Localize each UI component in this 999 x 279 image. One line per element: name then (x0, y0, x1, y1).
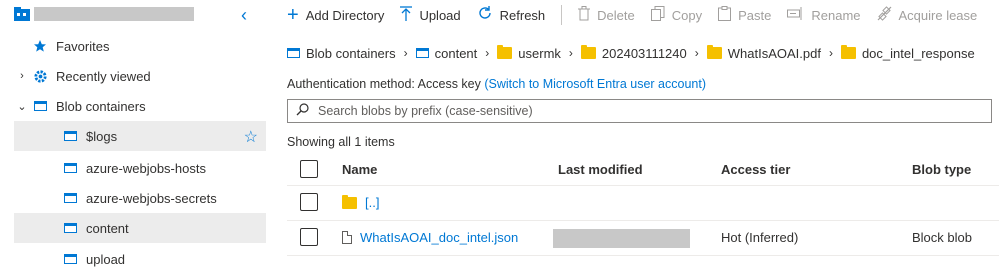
container-icon (60, 249, 80, 269)
sidebar-item-upload[interactable]: upload (14, 244, 266, 274)
search-icon (288, 103, 316, 119)
sidebar-item-recently-viewed[interactable]: › Recently viewed (14, 61, 266, 91)
sidebar-item-label: $logs (86, 128, 118, 144)
sidebar-item-label: azure-webjobs-secrets (86, 190, 217, 206)
authentication-method: Authentication method: Access key (Switc… (287, 77, 706, 91)
column-header-last-modified[interactable]: Last modified (558, 162, 643, 177)
chevron-right-icon[interactable]: › (14, 70, 30, 82)
folder-icon (706, 45, 722, 59)
trash-icon (578, 5, 591, 25)
breadcrumb-timestamp-folder[interactable]: 202403111240 (580, 45, 687, 61)
breadcrumb-separator-icon: › (828, 46, 833, 60)
lease-link-icon (877, 5, 892, 25)
search-box (287, 99, 992, 123)
breadcrumb-blob-containers[interactable]: Blob containers (287, 46, 396, 61)
search-input[interactable] (316, 103, 980, 119)
paste-button[interactable]: Paste (718, 5, 771, 25)
chevron-down-icon[interactable]: ⌄ (14, 100, 30, 113)
delete-button[interactable]: Delete (578, 5, 635, 25)
storage-account-icon (14, 7, 30, 24)
row-checkbox[interactable] (300, 193, 318, 211)
blob-type-value: Block blob (912, 230, 972, 245)
parent-folder-link[interactable]: [..] (365, 195, 379, 210)
access-tier-value: Hot (Inferred) (721, 230, 799, 245)
breadcrumb: Blob containers › content › usermk › 202… (287, 42, 975, 64)
breadcrumb-separator-icon: › (568, 46, 573, 60)
gear-icon (30, 66, 50, 86)
blob-name-link[interactable]: WhatIsAOAI_doc_intel.json (360, 230, 518, 245)
container-icon (30, 96, 50, 116)
column-header-blob-type[interactable]: Blob type (912, 162, 971, 177)
container-icon (60, 158, 80, 178)
star-outline-icon[interactable]: ☆ (244, 127, 258, 147)
sidebar-item-azure-webjobs-hosts[interactable]: azure-webjobs-hosts (14, 153, 266, 183)
column-header-access-tier[interactable]: Access tier (721, 162, 790, 177)
breadcrumb-separator-icon: › (694, 46, 699, 60)
items-count: Showing all 1 items (287, 135, 395, 149)
sidebar-item-label: azure-webjobs-hosts (86, 160, 206, 176)
container-icon (60, 218, 80, 238)
auth-value: Access key (417, 77, 481, 91)
file-icon (342, 231, 352, 244)
toolbar-divider (561, 5, 563, 25)
breadcrumb-pdf-folder[interactable]: WhatIsAOAI.pdf (706, 45, 821, 61)
sidebar-item-azure-webjobs-secrets[interactable]: azure-webjobs-secrets (14, 183, 266, 213)
breadcrumb-separator-icon: › (403, 46, 408, 60)
folder-icon (342, 194, 357, 209)
upload-button[interactable]: Upload (400, 5, 461, 25)
row-checkbox[interactable] (300, 228, 318, 246)
rename-icon (787, 6, 804, 24)
sidebar-item-favorites[interactable]: Favorites (14, 31, 266, 61)
container-icon (287, 48, 300, 58)
refresh-icon (477, 5, 493, 25)
container-icon (60, 188, 80, 208)
folder-icon (497, 45, 513, 59)
table-header-row: Name Last modified Access tier Blob type (287, 153, 999, 186)
clipboard-icon (718, 5, 732, 25)
sidebar-item-label: upload (86, 251, 126, 267)
refresh-button[interactable]: Refresh (477, 5, 545, 25)
breadcrumb-doc-intel-response[interactable]: doc_intel_response (840, 45, 975, 61)
sidebar-item-blob-containers[interactable]: ⌄ Blob containers (14, 91, 266, 121)
sidebar-item-label: content (86, 220, 129, 236)
acquire-lease-button[interactable]: Acquire lease (877, 5, 977, 25)
column-header-name[interactable]: Name (342, 162, 377, 177)
table-row[interactable]: [..] (287, 186, 999, 221)
collapse-sidebar-icon[interactable]: ‹ (241, 5, 247, 26)
copy-button[interactable]: Copy (650, 5, 702, 25)
container-icon (60, 126, 80, 146)
star-favorites-icon (30, 36, 50, 56)
sidebar-item-label: Recently viewed (56, 68, 151, 84)
breadcrumb-separator-icon: › (485, 46, 490, 60)
sidebar-item-content[interactable]: content (14, 213, 266, 243)
last-modified-redacted (553, 229, 690, 248)
container-icon (415, 48, 429, 58)
folder-icon (840, 45, 856, 59)
upload-arrow-icon (400, 5, 413, 25)
table-row[interactable]: WhatIsAOAI_doc_intel.json Hot (Inferred)… (287, 221, 999, 256)
sidebar-item-logs[interactable]: $logs ☆ (14, 121, 266, 151)
breadcrumb-content[interactable]: content (415, 46, 477, 61)
sidebar-item-label: Blob containers (56, 98, 146, 114)
plus-icon: + (287, 3, 299, 26)
add-directory-button[interactable]: + Add Directory (287, 4, 384, 27)
sidebar-header: ‹ (0, 0, 268, 32)
blob-table: Name Last modified Access tier Blob type… (287, 153, 999, 256)
rename-button[interactable]: Rename (787, 6, 861, 24)
breadcrumb-usermk[interactable]: usermk (497, 45, 561, 61)
select-all-checkbox[interactable] (300, 160, 318, 178)
switch-auth-link[interactable]: (Switch to Microsoft Entra user account) (484, 77, 706, 91)
folder-icon (580, 45, 596, 59)
toolbar: + Add Directory Upload Refresh Delete Co… (287, 0, 993, 30)
account-name-redacted (34, 7, 194, 21)
sidebar-item-label: Favorites (56, 38, 110, 54)
copy-icon (650, 5, 665, 25)
auth-label: Authentication method: (287, 77, 415, 91)
